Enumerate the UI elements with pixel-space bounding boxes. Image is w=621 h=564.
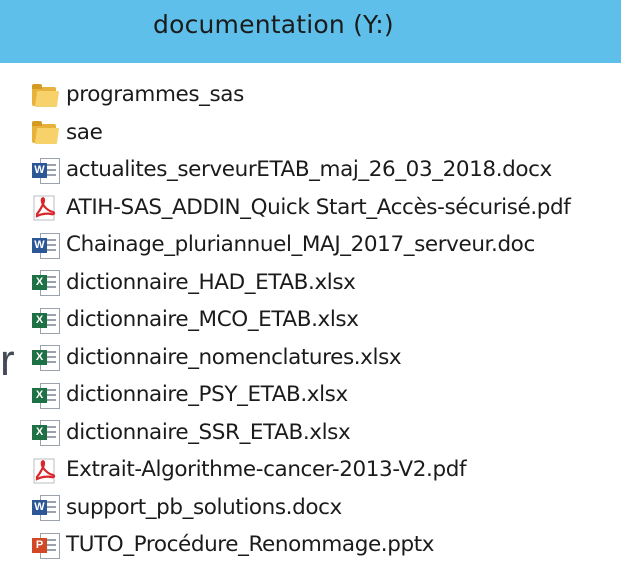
- list-item-file[interactable]: X dictionnaire_SSR_ETAB.xlsx: [30, 414, 610, 452]
- file-name: dictionnaire_nomenclatures.xlsx: [66, 344, 402, 370]
- list-item-file[interactable]: W Chainage_pluriannuel_MAJ_2017_serveur.…: [30, 226, 610, 264]
- pdf-icon: [30, 193, 60, 221]
- file-name: dictionnaire_HAD_ETAB.xlsx: [66, 269, 356, 295]
- clipped-text-fragment: r: [0, 336, 15, 385]
- pdf-icon: [30, 456, 60, 484]
- file-name: sae: [66, 119, 103, 145]
- folder-icon: [30, 81, 60, 109]
- powerpoint-icon: P: [30, 531, 60, 559]
- window-header: documentation (Y:): [0, 0, 621, 63]
- list-item-file[interactable]: X dictionnaire_HAD_ETAB.xlsx: [30, 264, 610, 302]
- list-item-folder-sae[interactable]: sae: [30, 114, 610, 152]
- word-docx-icon: W: [30, 493, 60, 522]
- file-name: ATIH-SAS_ADDIN_Quick Start_Accès-sécuris…: [66, 194, 571, 220]
- list-item-folder-programmes-sas[interactable]: programmes_sas: [30, 76, 610, 114]
- list-item-file[interactable]: P TUTO_Procédure_Renommage.pptx: [30, 526, 610, 564]
- file-name: support_pb_solutions.docx: [66, 494, 342, 520]
- file-name: Chainage_pluriannuel_MAJ_2017_serveur.do…: [66, 232, 535, 258]
- word-doc-icon: W: [30, 231, 60, 259]
- excel-icon: X: [30, 381, 60, 409]
- excel-icon: X: [30, 268, 60, 297]
- drive-title: documentation (Y:): [153, 10, 394, 39]
- list-item-file[interactable]: X dictionnaire_MCO_ETAB.xlsx: [30, 301, 610, 339]
- file-name: programmes_sas: [66, 82, 244, 108]
- file-name: TUTO_Procédure_Renommage.pptx: [66, 532, 435, 558]
- file-name: dictionnaire_PSY_ETAB.xlsx: [66, 382, 348, 408]
- word-docx-icon: W: [30, 156, 60, 184]
- list-item-file[interactable]: X dictionnaire_PSY_ETAB.xlsx: [30, 376, 610, 414]
- list-item-file[interactable]: Extrait-Algorithme-cancer-2013-V2.pdf: [30, 451, 610, 489]
- excel-icon: X: [30, 343, 60, 372]
- file-list: programmes_sas sae W actualites_serveurE…: [30, 76, 610, 564]
- file-name: dictionnaire_MCO_ETAB.xlsx: [66, 307, 359, 333]
- file-name: Extrait-Algorithme-cancer-2013-V2.pdf: [66, 457, 467, 483]
- list-item-file[interactable]: X dictionnaire_nomenclatures.xlsx: [30, 339, 610, 377]
- file-name: actualites_serveurETAB_maj_26_03_2018.do…: [66, 157, 552, 183]
- file-name: dictionnaire_SSR_ETAB.xlsx: [66, 419, 351, 445]
- excel-icon: X: [30, 418, 60, 447]
- excel-icon: X: [30, 306, 60, 334]
- list-item-file[interactable]: W support_pb_solutions.docx: [30, 489, 610, 527]
- list-item-file[interactable]: W actualites_serveurETAB_maj_26_03_2018.…: [30, 151, 610, 189]
- list-item-file[interactable]: ATIH-SAS_ADDIN_Quick Start_Accès-sécuris…: [30, 189, 610, 227]
- folder-icon: [30, 118, 60, 146]
